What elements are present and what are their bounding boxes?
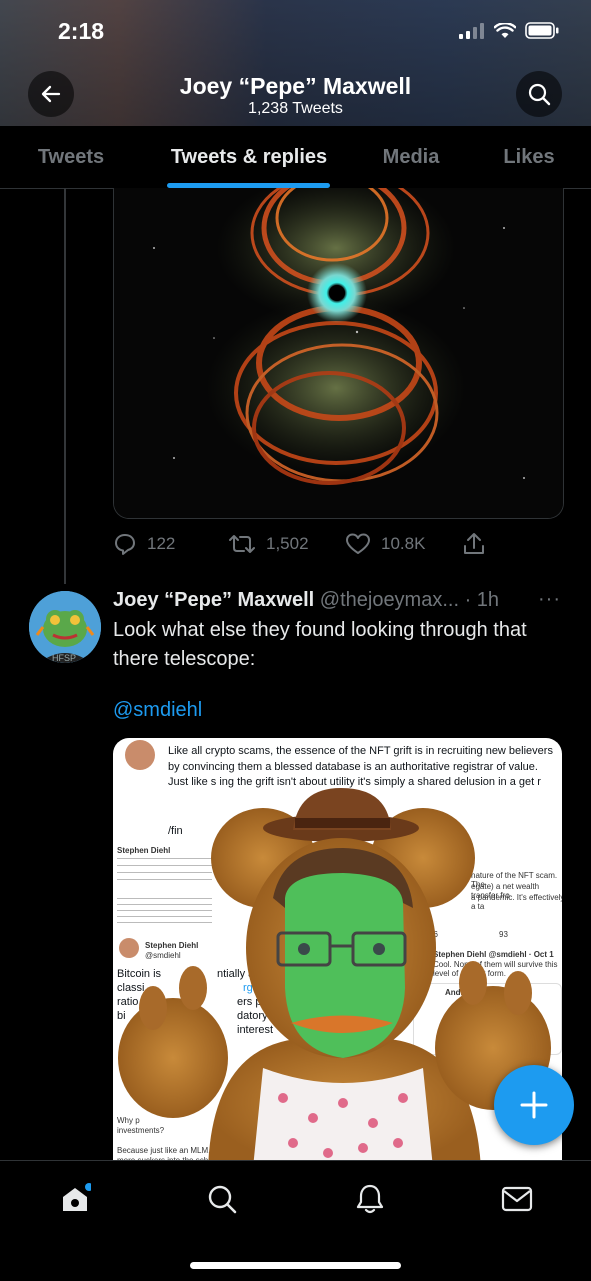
home-icon	[63, 1183, 91, 1211]
search-icon	[528, 83, 551, 106]
reply-action[interactable]: 122	[113, 528, 175, 560]
wifi-icon	[494, 22, 516, 38]
tweet-time: · 1h	[464, 589, 500, 611]
tab-tweets-and-replies[interactable]: Tweets & replies	[160, 126, 338, 188]
tab-media[interactable]: Media	[370, 126, 452, 188]
search-icon	[208, 1185, 237, 1214]
thread-connector	[64, 188, 66, 584]
nav-home[interactable]	[55, 1179, 95, 1219]
battery-icon	[525, 22, 559, 39]
avatar[interactable]: HFSP	[29, 591, 101, 663]
status-icons	[459, 22, 559, 39]
avatar-label: HFSP	[52, 653, 76, 663]
profile-name: Joey “Pepe” Maxwell	[179, 73, 412, 99]
tab-tweets[interactable]: Tweets	[22, 126, 120, 188]
reply-icon	[115, 534, 135, 555]
retweet-action[interactable]: 1,502	[228, 528, 309, 560]
tab-likes[interactable]: Likes	[493, 126, 565, 188]
header-title: Joey “Pepe” Maxwell 1,238 Tweets	[0, 72, 591, 118]
share-action[interactable]	[462, 528, 486, 560]
mail-icon	[501, 1186, 533, 1212]
bell-icon	[356, 1184, 384, 1214]
retweet-count: 1,502	[266, 534, 309, 553]
tweet-header: Joey “Pepe” Maxwell @thejoeymax... · 1h	[113, 589, 499, 612]
signal-icon	[459, 22, 484, 39]
like-count: 10.8K	[381, 534, 426, 553]
reply-count: 122	[147, 534, 176, 553]
tweet-author-handle[interactable]: @thejoeymax...	[320, 589, 459, 611]
heart-icon	[346, 533, 370, 554]
tweet-more-button[interactable]: ···	[538, 588, 561, 611]
nebula-image	[114, 188, 563, 518]
home-indicator[interactable]	[190, 1262, 401, 1269]
plus-icon	[520, 1091, 548, 1119]
nav-search[interactable]	[202, 1179, 242, 1219]
tweet-count: 1,238 Tweets	[248, 100, 343, 117]
retweet-icon	[229, 535, 255, 553]
tweet-author-name[interactable]: Joey “Pepe” Maxwell	[113, 589, 314, 611]
like-action[interactable]: 10.8K	[345, 528, 425, 560]
pepe-avatar-image: HFSP	[29, 591, 101, 663]
header-search-button[interactable]	[516, 71, 562, 117]
tweet-mention-link[interactable]: @smdiehl	[113, 699, 202, 722]
nav-notifications[interactable]	[350, 1179, 390, 1219]
compose-tweet-button[interactable]	[494, 1065, 574, 1145]
status-time: 2:18	[58, 18, 105, 44]
tweet-image-nebula[interactable]	[113, 188, 564, 519]
nav-messages[interactable]	[497, 1179, 537, 1219]
share-icon	[464, 533, 484, 554]
tweet-text: Look what else they found looking throug…	[113, 619, 527, 670]
